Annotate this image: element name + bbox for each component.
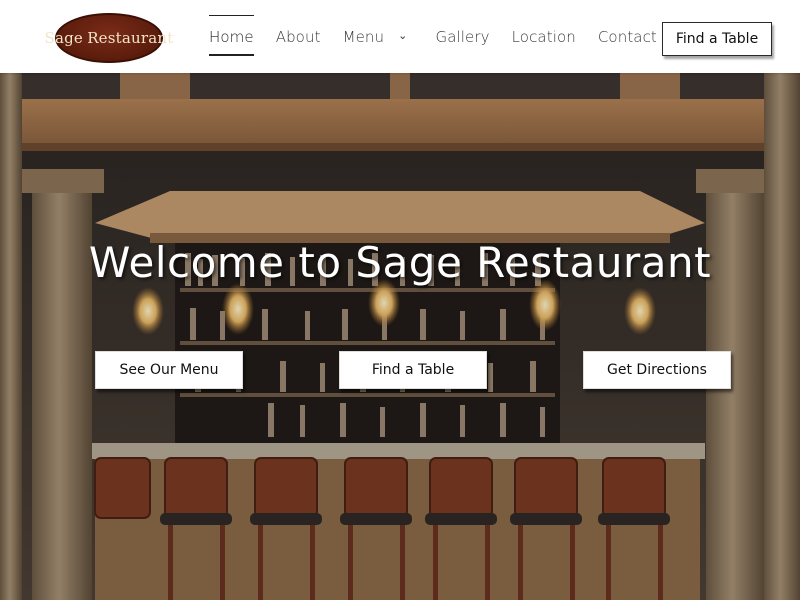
nav-item-contact[interactable]: Contact (598, 27, 657, 47)
nav-item-menu[interactable]: Menu ⌄ (343, 27, 408, 47)
logo[interactable]: Sage Restaurant (45, 13, 173, 63)
hero-background-image (0, 73, 800, 600)
logo-text: Sage Restaurant (44, 29, 174, 47)
nav-item-menu-label: Menu (342, 27, 385, 46)
nav-item-about[interactable]: About (276, 27, 321, 47)
find-a-table-header-button[interactable]: Find a Table (662, 22, 772, 56)
nav-item-gallery[interactable]: Gallery (435, 27, 489, 47)
nav-item-home[interactable]: Home (209, 14, 254, 56)
see-our-menu-button[interactable]: See Our Menu (95, 351, 243, 389)
find-a-table-button[interactable]: Find a Table (339, 351, 487, 389)
get-directions-button[interactable]: Get Directions (583, 351, 731, 389)
main-nav: Home About Menu ⌄ Gallery Location Conta… (209, 0, 679, 73)
nav-item-location[interactable]: Location (512, 27, 576, 47)
hero-section: Welcome to Sage Restaurant See Our Menu … (0, 73, 800, 600)
chevron-down-icon[interactable]: ⌄ (398, 26, 407, 46)
hero-title: Welcome to Sage Restaurant (88, 238, 712, 287)
site-header: Sage Restaurant Home About Menu ⌄ Galler… (0, 0, 800, 73)
